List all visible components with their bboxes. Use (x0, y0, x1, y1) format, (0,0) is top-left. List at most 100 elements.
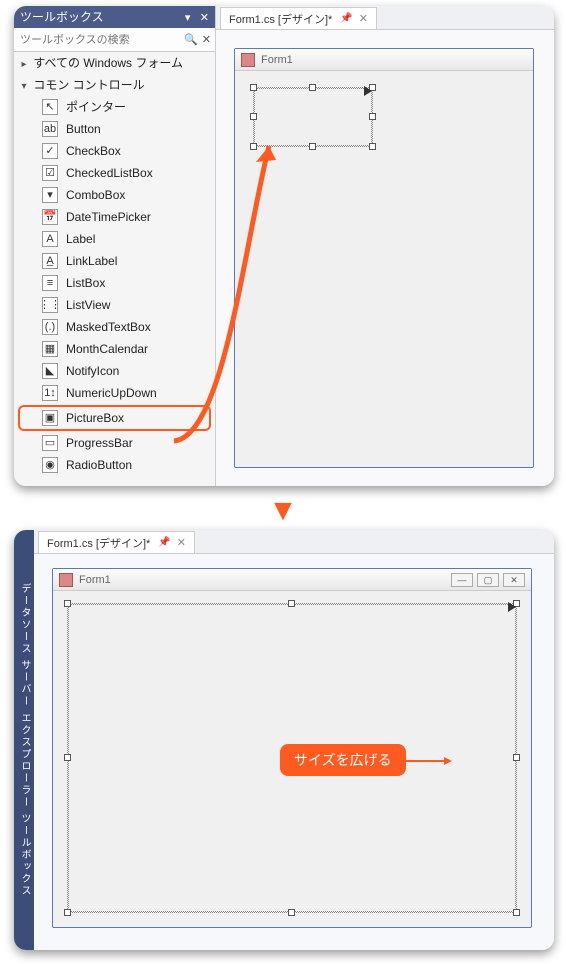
minimize-icon[interactable]: — (451, 573, 473, 587)
toolbox-title-icons: ▾ ✕ (179, 6, 209, 29)
control-icon: ◣ (42, 363, 58, 379)
toolbox-item[interactable]: ◣ NotifyIcon (14, 360, 215, 382)
resize-handle[interactable] (250, 84, 257, 91)
search-icon[interactable]: 🔍 (184, 33, 198, 46)
form-icon (241, 53, 255, 67)
toolbox-item[interactable]: ▭ ProgressBar (14, 432, 215, 454)
toolbox-item-label: ComboBox (66, 184, 125, 206)
window-buttons: — ▢ ✕ (451, 573, 525, 587)
toolbox-item[interactable]: ▦ MonthCalendar (14, 338, 215, 360)
toolbox-tree: ▸ すべての Windows フォーム▾ コモン コントロール ↖ ポインターabB… (14, 52, 215, 486)
toolbox-panel: ツールボックス ▾ ✕ 🔍 ✕ ▸ すべての Windows フォーム▾ コモン… (14, 6, 216, 486)
toolbox-item[interactable]: abButton (14, 118, 215, 140)
form-title: Form1 (79, 574, 111, 586)
toolbox-item-label: CheckBox (66, 140, 121, 162)
toolbox-item-label: ProgressBar (66, 432, 133, 454)
control-icon: ▦ (42, 341, 58, 357)
tab-close-icon[interactable]: ✕ (177, 536, 186, 549)
expand-arrow-icon: ▸ (18, 54, 30, 76)
smart-tag-icon[interactable] (508, 602, 518, 612)
resize-handle[interactable] (309, 143, 316, 150)
control-icon: ▾ (42, 187, 58, 203)
tab-pin-icon[interactable]: 📌 (158, 537, 170, 548)
resize-handle[interactable] (64, 754, 71, 761)
toolbox-item-label: MaskedTextBox (66, 316, 151, 338)
control-icon: (.) (42, 319, 58, 335)
resize-handle[interactable] (288, 909, 295, 916)
bottom-panel: データソース サーバー エクスプローラー ツールボックス Form1.cs [デ… (14, 530, 554, 950)
control-icon: A̲ (42, 253, 58, 269)
form-titlebar: Form1 (235, 49, 533, 71)
resize-handle[interactable] (64, 600, 71, 607)
toolbox-item-label: ListView (66, 294, 110, 316)
design-surface-top[interactable]: Form1 (216, 30, 554, 486)
form-icon (59, 573, 73, 587)
toolbox-item[interactable]: ▾ ComboBox (14, 184, 215, 206)
pin-icon[interactable]: ▾ (185, 12, 191, 24)
toolbox-item-label: PictureBox (66, 407, 124, 429)
form-titlebar: Form1 — ▢ ✕ (53, 569, 531, 591)
control-icon: ▭ (42, 435, 58, 451)
toolbox-item[interactable]: ⋮⋮ ListView (14, 294, 215, 316)
toolbox-item-label: ListBox (66, 272, 105, 294)
toolbox-item[interactable]: 1↕ NumericUpDown (14, 382, 215, 404)
close-icon[interactable]: ✕ (200, 12, 209, 24)
toolbox-group[interactable]: ▾ コモン コントロール (14, 74, 215, 96)
resize-handle[interactable] (513, 909, 520, 916)
toolbox-item-label: NotifyIcon (66, 360, 119, 382)
close-window-icon[interactable]: ✕ (503, 573, 525, 587)
document-tab-label: Form1.cs [デザイン]* (47, 535, 150, 551)
toolbox-item[interactable]: ◉RadioButton (14, 454, 215, 476)
control-icon: 📅 (42, 209, 58, 225)
toolbox-item-label: MonthCalendar (66, 338, 148, 360)
toolbox-item[interactable]: ✓CheckBox (14, 140, 215, 162)
toolbox-titlebar: ツールボックス ▾ ✕ (14, 6, 215, 28)
resize-handle[interactable] (250, 143, 257, 150)
clear-search-icon[interactable]: ✕ (202, 33, 211, 46)
toolbox-search-input[interactable] (14, 34, 180, 46)
toolbox-item[interactable]: ↖ ポインター (14, 96, 215, 118)
resize-handle[interactable] (64, 909, 71, 916)
document-tab[interactable]: Form1.cs [デザイン]* 📌 ✕ (38, 531, 195, 553)
toolbox-item[interactable]: ≡ ListBox (14, 272, 215, 294)
toolbox-item[interactable]: A̲LinkLabel (14, 250, 215, 272)
toolbox-item[interactable]: ☑CheckedListBox (14, 162, 215, 184)
top-panel: ツールボックス ▾ ✕ 🔍 ✕ ▸ すべての Windows フォーム▾ コモン… (14, 6, 554, 486)
toolbox-item[interactable]: ▣ PictureBox (18, 405, 211, 431)
resize-handle[interactable] (309, 84, 316, 91)
top-design-area: Form1.cs [デザイン]* 📌 ✕ Form1 (216, 6, 554, 486)
document-tab-bar: Form1.cs [デザイン]* 📌 ✕ (34, 530, 554, 554)
design-surface-bottom[interactable]: Form1 — ▢ ✕ (34, 554, 554, 950)
tab-close-icon[interactable]: ✕ (359, 12, 368, 25)
control-icon: ab (42, 121, 58, 137)
form-window[interactable]: Form1 (234, 48, 534, 468)
control-icon: ⋮⋮ (42, 297, 58, 313)
resize-handle[interactable] (513, 754, 520, 761)
resize-handle[interactable] (250, 113, 257, 120)
toolbox-item-label: NumericUpDown (66, 382, 157, 404)
step-arrow-down-icon: ▼ (268, 494, 298, 528)
toolbox-group[interactable]: ▸ すべての Windows フォーム (14, 52, 215, 74)
toolbox-title: ツールボックス (20, 6, 104, 28)
side-tool-strip[interactable]: データソース サーバー エクスプローラー ツールボックス (14, 530, 34, 950)
bottom-design-area: Form1.cs [デザイン]* 📌 ✕ Form1 — ▢ ✕ (34, 530, 554, 950)
resize-handle[interactable] (369, 143, 376, 150)
control-icon: ▣ (42, 410, 58, 426)
resize-handle[interactable] (369, 113, 376, 120)
smart-tag-icon[interactable] (364, 86, 374, 96)
control-icon: A (42, 231, 58, 247)
control-icon: ≡ (42, 275, 58, 291)
expand-arrow-icon: ▾ (18, 76, 30, 98)
toolbox-item-label: ポインター (66, 96, 126, 118)
toolbox-item-label: CheckedListBox (66, 162, 153, 184)
maximize-icon[interactable]: ▢ (477, 573, 499, 587)
picturebox-selection-small[interactable] (253, 87, 373, 147)
toolbox-item[interactable]: (.) MaskedTextBox (14, 316, 215, 338)
tab-pin-icon[interactable]: 📌 (340, 13, 352, 24)
toolbox-item[interactable]: 📅DateTimePicker (14, 206, 215, 228)
control-icon: 1↕ (42, 385, 58, 401)
control-icon: ↖ (42, 99, 58, 115)
document-tab[interactable]: Form1.cs [デザイン]* 📌 ✕ (220, 7, 377, 29)
resize-handle[interactable] (288, 600, 295, 607)
toolbox-item[interactable]: ALabel (14, 228, 215, 250)
